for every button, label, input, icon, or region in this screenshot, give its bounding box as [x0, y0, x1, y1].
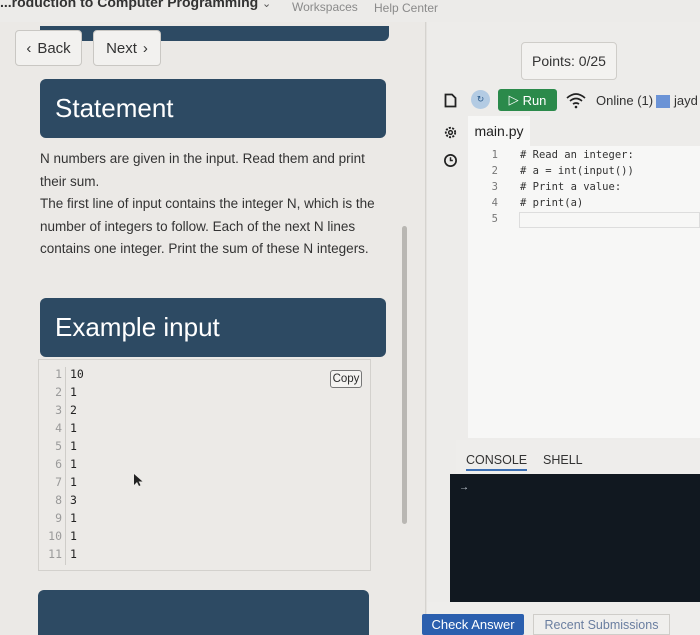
copy-button[interactable]: Copy	[330, 370, 362, 388]
tab-shell[interactable]: SHELL	[543, 453, 583, 467]
clock-icon[interactable]	[441, 151, 459, 169]
statement-heading: Statement	[40, 79, 386, 138]
code-line: 5	[491, 213, 498, 225]
example-input-box: 1 10 21 32 41 51 61 71 83 91 10 1 11 1	[38, 359, 371, 571]
example-line: 1 10	[39, 367, 84, 385]
workspaces-link[interactable]: Workspaces	[292, 0, 358, 14]
example-line: 11 1	[39, 547, 77, 565]
user-color-swatch	[656, 95, 670, 108]
chevron-right-icon: ›	[142, 39, 148, 57]
play-icon: ▷	[508, 92, 519, 107]
example-line: 32	[39, 403, 77, 421]
tab-console[interactable]: CONSOLE	[466, 453, 528, 471]
example-line: 71	[39, 475, 77, 493]
example-input-heading: Example input	[40, 298, 386, 357]
console-prompt: →	[459, 482, 469, 493]
back-button[interactable]: ‹ Back	[15, 30, 82, 66]
console-output[interactable]: →	[450, 474, 700, 602]
online-status[interactable]: Online (1)	[596, 93, 653, 108]
recent-submissions-button[interactable]: Recent Submissions	[533, 614, 670, 635]
example-line: 21	[39, 385, 77, 403]
check-answer-button[interactable]: Check Answer	[422, 614, 524, 635]
statement-paragraph: The first line of input contains the int…	[40, 196, 375, 256]
code-line: 4 # print(a)	[491, 197, 584, 209]
code-line: 3 # Print a value:	[491, 181, 622, 193]
statement-paragraph: N numbers are given in the input. Read t…	[40, 151, 365, 189]
statement-body: N numbers are given in the input. Read t…	[40, 148, 385, 261]
run-button[interactable]: ▷ Run	[498, 89, 557, 111]
debug-icon[interactable]: ↻	[471, 90, 490, 109]
code-line: 2 # a = int(input())	[491, 165, 634, 177]
current-line-highlight	[519, 212, 700, 228]
example-line: 51	[39, 439, 77, 457]
gear-icon[interactable]	[441, 123, 459, 141]
wifi-icon	[566, 93, 586, 109]
top-nav: ...roduction to Computer Programming ⌄ W…	[0, 0, 700, 22]
next-button[interactable]: Next ›	[93, 30, 161, 66]
example-line: 10 1	[39, 529, 77, 547]
example-line: 83	[39, 493, 77, 511]
mouse-pointer-icon	[134, 474, 143, 486]
username[interactable]: jayd	[674, 93, 698, 108]
next-section-heading	[38, 590, 369, 635]
course-title[interactable]: ...roduction to Computer Programming	[0, 0, 258, 10]
code-line: 1 # Read an integer:	[491, 149, 634, 161]
file-icon[interactable]	[441, 91, 459, 109]
points-display: Points: 0/25	[521, 42, 617, 80]
help-center-link[interactable]: Help Center	[374, 1, 438, 15]
example-line: 61	[39, 457, 77, 475]
example-line: 91	[39, 511, 77, 529]
chevron-down-icon[interactable]: ⌄	[262, 0, 271, 10]
left-scrollbar[interactable]	[402, 226, 407, 524]
tab-main-py[interactable]: main.py	[468, 116, 530, 146]
example-line: 41	[39, 421, 77, 439]
chevron-left-icon: ‹	[26, 39, 32, 57]
